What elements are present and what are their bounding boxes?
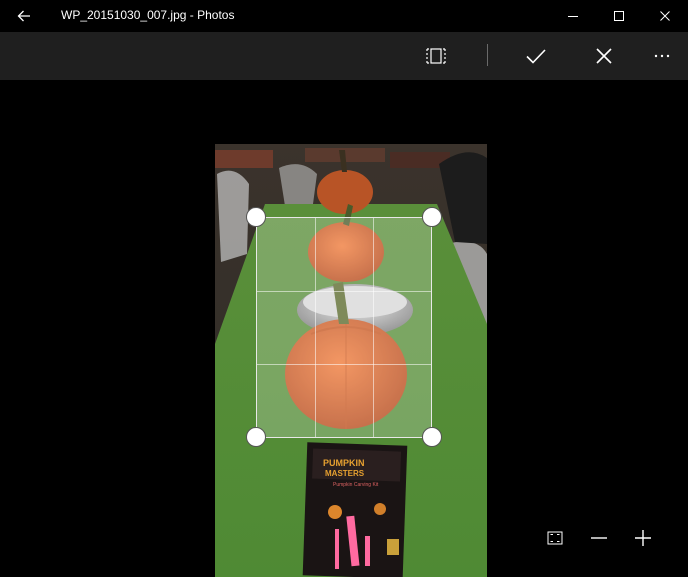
- title-bar: WP_20151030_007.jpg - Photos: [0, 0, 688, 32]
- done-button[interactable]: [516, 36, 556, 76]
- fit-to-window-icon: [547, 531, 563, 545]
- edit-toolbar: [0, 32, 688, 80]
- maximize-icon: [614, 11, 624, 21]
- more-options-button[interactable]: [642, 36, 682, 76]
- back-button[interactable]: [10, 2, 38, 30]
- svg-text:PUMPKIN: PUMPKIN: [323, 458, 365, 468]
- crop-handle-top-right[interactable]: [422, 207, 442, 227]
- crop-handle-bottom-left[interactable]: [246, 427, 266, 447]
- toolbar-separator: [487, 44, 488, 66]
- svg-text:MASTERS: MASTERS: [325, 469, 365, 478]
- zoom-in-button[interactable]: [629, 526, 657, 550]
- photos-window: WP_20151030_007.jpg - Photos PUMPKIN MAS…: [0, 0, 688, 577]
- crop-frame[interactable]: [256, 217, 432, 438]
- carving-kit-box: PUMPKIN MASTERS Pumpkin Carving Kit: [302, 442, 408, 577]
- crop-grid-line: [257, 290, 431, 292]
- crop-grid-line: [314, 218, 316, 437]
- close-window-button[interactable]: [642, 0, 688, 32]
- image-stage: PUMPKIN MASTERS Pumpkin Carving Kit: [0, 80, 688, 577]
- back-arrow-icon: [17, 10, 30, 22]
- cancel-x-icon: [596, 48, 612, 64]
- aspect-ratio-button[interactable]: [416, 36, 456, 76]
- crop-grid-line: [257, 363, 431, 365]
- crop-grid-line: [372, 218, 374, 437]
- crop-handle-top-left[interactable]: [246, 207, 266, 227]
- zoom-in-plus-icon: [635, 530, 651, 546]
- aspect-ratio-icon: [426, 48, 446, 64]
- fit-to-window-button[interactable]: [541, 526, 569, 550]
- checkmark-icon: [526, 49, 546, 64]
- svg-text:Pumpkin Carving Kit: Pumpkin Carving Kit: [333, 482, 379, 488]
- close-icon: [660, 11, 670, 21]
- zoom-out-button[interactable]: [585, 526, 613, 550]
- minimize-icon: [568, 16, 578, 17]
- minimize-button[interactable]: [550, 0, 596, 32]
- crop-handle-bottom-right[interactable]: [422, 427, 442, 447]
- more-ellipsis-icon: [654, 54, 670, 58]
- maximize-button[interactable]: [596, 0, 642, 32]
- cancel-button[interactable]: [584, 36, 624, 76]
- zoom-out-minus-icon: [591, 537, 607, 539]
- window-title: WP_20151030_007.jpg - Photos: [61, 8, 235, 22]
